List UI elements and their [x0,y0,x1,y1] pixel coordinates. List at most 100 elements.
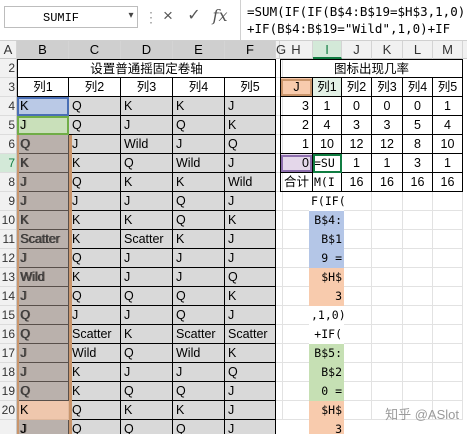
empty-cell[interactable] [403,211,433,230]
reel-cell[interactable]: Scatter [225,325,276,344]
reel-cell[interactable]: J [173,135,225,154]
reel-cell[interactable]: Q [173,211,225,230]
icon-value-cell[interactable]: 16 [372,173,403,192]
row-header-3[interactable]: 3 [0,78,16,97]
formula-input[interactable]: =SUM(IF(IF(B$4:B$19=$H$3,1,0) +IF(B$4:B$1… [240,0,467,41]
icon-value-cell[interactable]: 1 [433,154,463,173]
reel-cell[interactable]: K [173,173,225,192]
icon-value-cell[interactable]: 5 [403,116,433,135]
reel-cell[interactable]: J [121,116,173,135]
reel-cell[interactable]: Q [121,287,173,306]
reel-cell[interactable]: Q [173,306,225,325]
reel-cell[interactable]: J [225,306,276,325]
empty-cell[interactable] [372,344,403,363]
column-header-f[interactable]: F [225,41,276,59]
reel-cell[interactable]: Q [121,344,173,363]
icon-value-cell[interactable]: 3 [372,116,403,135]
reel-cell[interactable]: Q [69,173,121,192]
reel-cell[interactable]: K [69,363,121,382]
row-header-4[interactable]: 4 [0,97,16,116]
insert-function-icon[interactable]: fx [208,4,232,28]
icon-value-cell[interactable]: 16 [342,173,372,192]
icon-value-cell[interactable]: 16 [403,173,433,192]
empty-cell[interactable] [433,192,463,211]
empty-cell[interactable] [342,363,372,382]
icon-value-cell[interactable]: 8 [403,135,433,154]
icon-table-symbol[interactable]: J [280,78,313,97]
reel-cell[interactable]: J [225,401,276,420]
reel-cell[interactable]: J [173,363,225,382]
column-header-k[interactable]: K [372,41,403,59]
empty-cell[interactable] [403,249,433,268]
icon-value-cell[interactable]: 3 [342,116,372,135]
empty-cell[interactable] [433,211,463,230]
empty-cell[interactable] [372,363,403,382]
icon-row-label[interactable]: 3 [280,97,313,116]
reel-cell[interactable]: K [225,211,276,230]
row-header-16[interactable]: 16 [0,325,16,344]
icon-value-cell[interactable]: 1 [433,97,463,116]
empty-cell[interactable] [403,230,433,249]
reel-cell[interactable]: K [69,154,121,173]
row-header-15[interactable]: 15 [0,306,16,325]
reel-cell[interactable]: J [225,382,276,401]
reel-cell[interactable]: K [173,230,225,249]
reel-cell[interactable]: K [225,287,276,306]
empty-cell[interactable] [372,306,403,325]
reel-cell[interactable]: J [225,154,276,173]
column-header-m[interactable]: M [433,41,463,59]
icon-value-cell[interactable]: 12 [342,135,372,154]
icon-value-cell[interactable]: 16 [433,173,463,192]
reel-cell[interactable]: Q [173,287,225,306]
empty-cell[interactable] [372,268,403,287]
icon-value-cell[interactable]: 1 [342,154,372,173]
reel-cell[interactable]: K [69,211,121,230]
icon-value-cell[interactable]: 12 [372,135,403,154]
empty-cell[interactable] [372,287,403,306]
icon-column-header[interactable]: 列5 [433,78,463,97]
icon-value-cell[interactable]: 10 [313,135,342,154]
empty-cell[interactable] [342,211,372,230]
row-header-2[interactable]: 2 [0,59,16,78]
reel-column-header[interactable]: 列1 [17,78,69,97]
icon-value-cell[interactable]: 3 [403,154,433,173]
row-header-12[interactable]: 12 [0,249,16,268]
reel-cell[interactable]: Wild [225,173,276,192]
icon-row-label[interactable]: 0 [280,154,313,173]
empty-cell[interactable] [342,325,372,344]
reel-cell[interactable]: Q [225,135,276,154]
reel-cell[interactable]: Q [69,97,121,116]
check-icon[interactable]: ✓ [184,4,204,28]
reel-cell[interactable]: J [121,306,173,325]
drag-handle-icon[interactable]: ⋮ [144,7,158,27]
row-header-8[interactable]: 8 [0,173,16,192]
empty-cell[interactable] [403,382,433,401]
reel-cell[interactable]: J [69,306,121,325]
reel-cell[interactable]: Q [225,268,276,287]
empty-cell[interactable] [342,192,372,211]
reel-cell[interactable]: Q [69,401,121,420]
row-header-18[interactable]: 18 [0,363,16,382]
empty-cell[interactable] [342,268,372,287]
empty-cell[interactable] [372,211,403,230]
icon-value-cell[interactable]: M(I [313,173,342,192]
reel-cell[interactable]: K [121,401,173,420]
row-header-14[interactable]: 14 [0,287,16,306]
cancel-icon[interactable]: × [158,4,178,28]
empty-cell[interactable] [342,401,372,420]
reel-cell[interactable]: Q [173,420,225,434]
empty-cell[interactable] [433,268,463,287]
column-header-b[interactable]: B [17,41,69,59]
reel-column-header[interactable]: 列4 [173,78,225,97]
empty-cell[interactable] [372,249,403,268]
reel-cell[interactable]: K [121,173,173,192]
column-header-d[interactable]: D [121,41,173,59]
reel-cell[interactable]: J [225,192,276,211]
reel-cell[interactable]: J [225,230,276,249]
reel-cell[interactable]: J [121,249,173,268]
reel-cell[interactable]: J [173,249,225,268]
reel-cell[interactable]: K [121,97,173,116]
reel-column-header[interactable]: 列5 [225,78,276,97]
icon-value-cell[interactable]: 4 [313,116,342,135]
icon-value-cell[interactable]: 0 [372,97,403,116]
